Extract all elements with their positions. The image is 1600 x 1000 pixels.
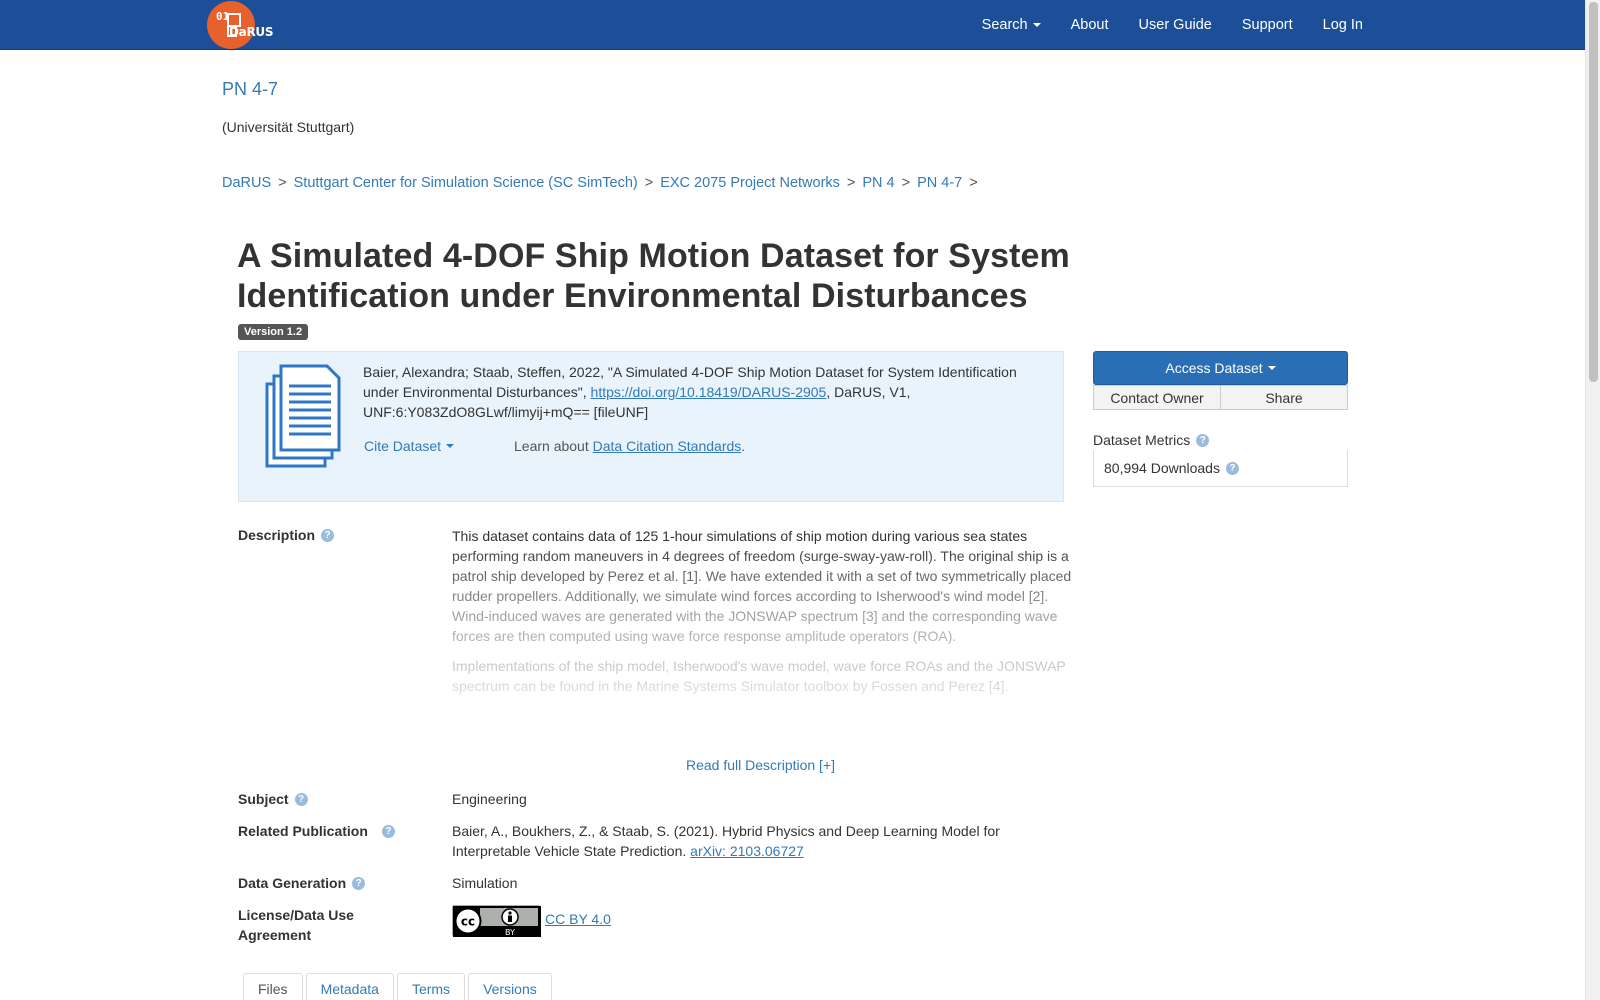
dataset-title: A Simulated 4-DOF Ship Motion Dataset fo… <box>237 237 1070 315</box>
description-label: Description? <box>238 527 335 543</box>
description-paragraph: This dataset contains data of 125 1-hour… <box>452 528 1072 644</box>
dataset-document-icon <box>265 364 341 468</box>
data-generation-value: Simulation <box>452 875 518 891</box>
cc-by-license-badge[interactable]: cc BY <box>452 905 541 937</box>
description-paragraph: Implementations of the ship model, Isher… <box>452 658 1066 694</box>
caret-down-icon <box>446 444 455 448</box>
tab-metadata[interactable]: Metadata <box>305 973 394 1000</box>
caret-down-icon <box>1267 366 1276 370</box>
page-scrollbar[interactable] <box>1585 0 1600 1000</box>
dataset-tabs: Files Metadata Terms Versions <box>243 973 555 1000</box>
nav-about[interactable]: About <box>1071 17 1109 33</box>
logo-digits: 01 <box>216 10 230 23</box>
help-icon[interactable]: ? <box>1196 433 1210 447</box>
nav-user-guide[interactable]: User Guide <box>1139 17 1212 33</box>
license-link[interactable]: CC BY 4.0 <box>545 911 611 927</box>
subject-value: Engineering <box>452 791 527 807</box>
nav-log-in[interactable]: Log In <box>1323 17 1363 33</box>
description-text: This dataset contains data of 125 1-hour… <box>452 526 1072 714</box>
data-generation-label: Data Generation? <box>238 875 366 891</box>
breadcrumb-simtech[interactable]: Stuttgart Center for Simulation Science … <box>294 175 638 191</box>
nav-search[interactable]: Search <box>982 17 1041 33</box>
help-icon[interactable]: ? <box>352 876 366 890</box>
darus-logo[interactable]: 01 DaRUS <box>207 1 274 49</box>
tab-files[interactable]: Files <box>243 973 303 1000</box>
breadcrumb-pn4[interactable]: PN 4 <box>862 175 894 191</box>
help-icon[interactable]: ? <box>294 792 308 806</box>
logo-text: DaRUS <box>229 25 274 39</box>
citation-text: Baier, Alexandra; Staab, Steffen, 2022, … <box>363 364 1017 420</box>
help-icon[interactable]: ? <box>381 824 395 838</box>
data-citation-standards-link[interactable]: Data Citation Standards <box>593 438 742 454</box>
dataverse-affiliation: (Universität Stuttgart) <box>222 119 355 135</box>
share-button[interactable]: Share <box>1221 385 1348 410</box>
nav-support[interactable]: Support <box>1242 17 1293 33</box>
related-publication-label: Related Publication? <box>238 823 395 839</box>
breadcrumb: DaRUS > Stuttgart Center for Simulation S… <box>222 175 978 191</box>
help-icon[interactable]: ? <box>1225 461 1239 475</box>
svg-text:BY: BY <box>505 928 515 937</box>
tab-terms[interactable]: Terms <box>396 973 466 1000</box>
read-full-description-link[interactable]: Read full Description [+] <box>686 757 835 773</box>
help-icon[interactable]: ? <box>321 528 335 542</box>
breadcrumb-pn4-7[interactable]: PN 4-7 <box>917 175 962 191</box>
arxiv-link[interactable]: arXiv: 2103.06727 <box>690 843 804 859</box>
top-navbar: 01 DaRUS Search About User Guide Support… <box>0 0 1585 50</box>
breadcrumb-darus[interactable]: DaRUS <box>222 175 271 191</box>
citation-box: Baier, Alexandra; Staab, Steffen, 2022, … <box>238 351 1064 502</box>
citation-doi-link[interactable]: https://doi.org/10.18419/DARUS-2905 <box>591 384 827 400</box>
downloads-metric: 80,994 Downloads? <box>1093 450 1348 487</box>
sidebar-button-row: Contact Owner Share <box>1093 385 1348 410</box>
learn-about-citation: Learn about Data Citation Standards. <box>514 438 746 454</box>
related-publication-value: Baier, A., Boukhers, Z., & Staab, S. (20… <box>452 823 1000 859</box>
svg-text:cc: cc <box>461 915 475 929</box>
caret-down-icon <box>1032 23 1041 27</box>
access-dataset-button[interactable]: Access Dataset <box>1093 351 1348 385</box>
cite-dataset-dropdown[interactable]: Cite Dataset <box>364 438 455 454</box>
contact-owner-button[interactable]: Contact Owner <box>1093 385 1221 410</box>
scrollbar-thumb[interactable] <box>1589 2 1598 382</box>
dataset-metrics-label: Dataset Metrics? <box>1093 432 1210 448</box>
cc-by-icon: cc BY <box>453 906 541 937</box>
dataverse-title[interactable]: PN 4-7 <box>222 79 278 100</box>
subject-label: Subject? <box>238 791 308 807</box>
nav-links: Search About User Guide Support Log In <box>952 0 1363 50</box>
tab-versions[interactable]: Versions <box>468 973 552 1000</box>
license-label: License/Data Use Agreement <box>238 907 354 943</box>
version-badge: Version 1.2 <box>238 324 309 340</box>
breadcrumb-exc2075[interactable]: EXC 2075 Project Networks <box>660 175 840 191</box>
